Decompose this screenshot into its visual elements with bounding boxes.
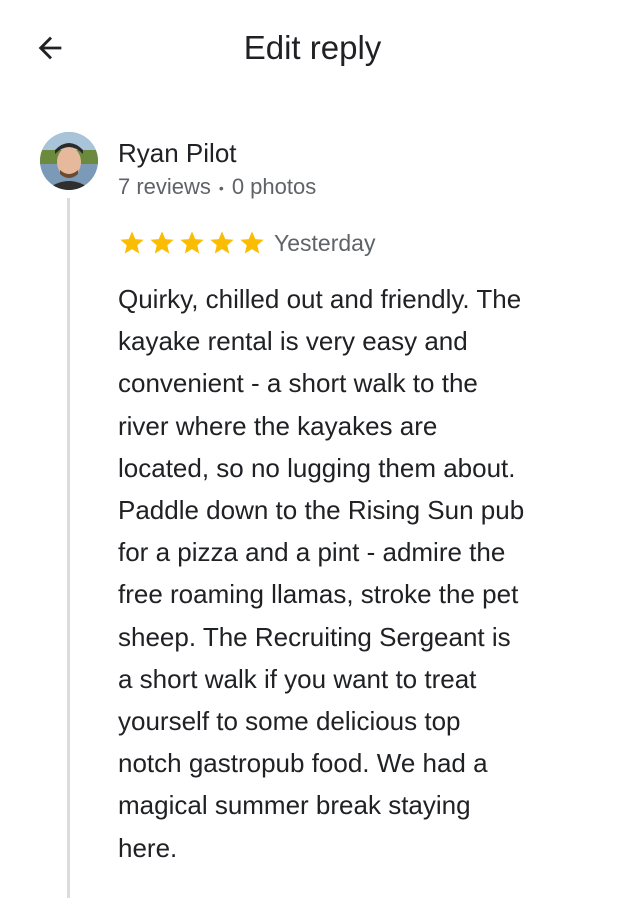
- review-date: Yesterday: [274, 230, 376, 256]
- reviews-count: 7 reviews: [118, 174, 211, 199]
- star-rating: [118, 229, 266, 257]
- app-bar: Edit reply: [0, 0, 625, 96]
- meta-separator: •: [218, 180, 224, 197]
- photos-count: 0 photos: [231, 174, 317, 199]
- review-card: Ryan Pilot 7 reviews • 0 photos Yesterday …: [0, 120, 625, 900]
- review-text: Quirky, chilled out and friendly. The ka…: [118, 284, 525, 863]
- star-icon: [180, 231, 204, 254]
- thread-line: [67, 198, 70, 898]
- rating-row: Yesterday: [118, 228, 375, 258]
- star-icon: [120, 231, 144, 254]
- avatar[interactable]: [40, 132, 98, 190]
- star-icon: [150, 231, 174, 254]
- avatar-image: [40, 132, 98, 190]
- star-icon: [240, 231, 264, 254]
- star-icon: [210, 231, 234, 254]
- author-meta: 7 reviews • 0 photos: [118, 172, 316, 203]
- page-title: Edit reply: [243, 29, 382, 66]
- author-name[interactable]: Ryan Pilot: [118, 136, 237, 170]
